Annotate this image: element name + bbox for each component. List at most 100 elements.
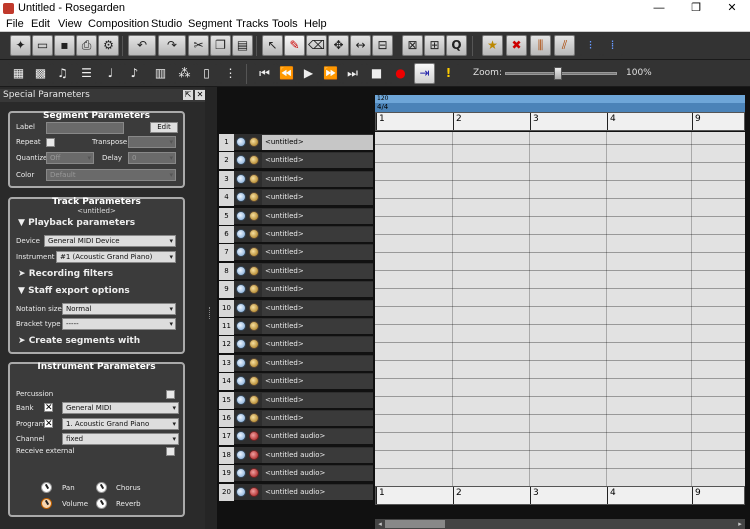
- mute-button-icon[interactable]: [236, 376, 246, 387]
- track-label[interactable]: <untitled audio>: [262, 429, 373, 445]
- draw-tool-icon[interactable]: ✎: [284, 35, 305, 56]
- insert-bar-icon[interactable]: ⫼: [530, 35, 551, 56]
- transpose-select[interactable]: ▾: [128, 136, 176, 148]
- device-select[interactable]: General MIDI Device ▾: [44, 235, 176, 247]
- track-label[interactable]: <untitled>: [262, 153, 373, 169]
- color-select[interactable]: Default ▾: [46, 169, 176, 181]
- tempo-icon[interactable]: ♪: [124, 63, 145, 84]
- copy-icon[interactable]: ❐: [210, 35, 231, 56]
- track-row[interactable]: 20 <untitled audio>: [219, 482, 373, 501]
- record-arm-button-icon[interactable]: [249, 431, 259, 442]
- record-arm-button-icon[interactable]: [249, 321, 259, 331]
- track-label[interactable]: <untitled>: [262, 263, 373, 279]
- event-list-icon[interactable]: ☰: [76, 63, 97, 84]
- join-segments-icon[interactable]: ⊞: [424, 35, 445, 56]
- menu-segment[interactable]: Segment: [188, 18, 232, 30]
- scrollbar-thumb[interactable]: [385, 520, 445, 528]
- record-arm-button-icon[interactable]: [249, 413, 259, 423]
- track-label[interactable]: <untitled>: [262, 392, 373, 408]
- pitch-tracker-icon[interactable]: ♩: [100, 63, 121, 84]
- edit-label-button[interactable]: Edit: [150, 122, 178, 133]
- track-label[interactable]: <untitled>: [262, 282, 373, 298]
- track-label[interactable]: <untitled>: [262, 300, 373, 316]
- panic-icon[interactable]: !: [438, 63, 459, 84]
- quantize-select[interactable]: Off ▾: [46, 152, 94, 164]
- track-row[interactable]: 4 <untitled>: [219, 188, 373, 207]
- pan-knob-icon[interactable]: [41, 482, 52, 493]
- zoom-slider-handle[interactable]: [554, 67, 562, 80]
- record-arm-button-icon[interactable]: [249, 192, 259, 203]
- mute-button-icon[interactable]: [236, 394, 246, 405]
- close-button[interactable]: ✕: [714, 0, 750, 17]
- track-label[interactable]: <untitled audio>: [262, 466, 373, 482]
- record-arm-button-icon[interactable]: [249, 284, 259, 295]
- track-row[interactable]: 6 <untitled>: [219, 225, 373, 243]
- scroll-left-icon[interactable]: ◂: [375, 519, 385, 529]
- mute-button-icon[interactable]: [236, 137, 246, 147]
- volume-knob-icon[interactable]: [41, 498, 52, 509]
- track-label[interactable]: <untitled>: [262, 190, 373, 206]
- track-row[interactable]: 10 <untitled>: [219, 298, 373, 317]
- maximize-button[interactable]: ❐: [678, 0, 714, 17]
- receive-external-checkbox[interactable]: [166, 447, 175, 456]
- split-tool-icon[interactable]: ⊟: [372, 35, 393, 56]
- track-row[interactable]: 2 <untitled>: [219, 151, 373, 170]
- mute-button-icon[interactable]: [236, 210, 246, 221]
- track-row[interactable]: 18 <untitled audio>: [219, 445, 373, 464]
- mute-button-icon[interactable]: [236, 265, 246, 276]
- expand-icon[interactable]: ⁝: [580, 35, 601, 56]
- mute-button-icon[interactable]: [236, 302, 246, 313]
- bar-ruler-top[interactable]: 1 2 3 4 9: [375, 112, 745, 131]
- undo-icon[interactable]: ↶: [128, 35, 156, 56]
- track-row[interactable]: 13 <untitled>: [219, 353, 373, 372]
- reverb-knob-icon[interactable]: [96, 498, 107, 509]
- record-arm-button-icon[interactable]: [249, 155, 259, 166]
- menu-tracks[interactable]: Tracks: [236, 18, 269, 30]
- track-label[interactable]: <untitled>: [262, 374, 373, 390]
- minimize-button[interactable]: —: [641, 0, 677, 17]
- program-select[interactable]: 1. Acoustic Grand Piano ▾: [62, 418, 179, 430]
- redo-icon[interactable]: ↷: [158, 35, 186, 56]
- mute-button-icon[interactable]: [236, 192, 246, 203]
- delete-icon[interactable]: ✖: [506, 35, 527, 56]
- record-arm-button-icon[interactable]: [249, 247, 259, 258]
- mute-button-icon[interactable]: [236, 321, 246, 331]
- mute-button-icon[interactable]: [236, 229, 246, 239]
- record-icon[interactable]: ●: [390, 63, 411, 84]
- new-icon[interactable]: ✦: [10, 35, 31, 56]
- track-label[interactable]: <untitled>: [262, 355, 373, 371]
- dock-close-button[interactable]: ✕: [195, 90, 205, 100]
- fast-forward-icon[interactable]: ⏩: [320, 63, 341, 84]
- notation-editor-icon[interactable]: ♫: [52, 63, 73, 84]
- cut-icon[interactable]: ✂: [188, 35, 209, 56]
- record-arm-button-icon[interactable]: [249, 173, 259, 184]
- add-marker-icon[interactable]: ★: [482, 35, 503, 56]
- percussion-checkbox[interactable]: [166, 390, 175, 399]
- chorus-knob-icon[interactable]: [96, 482, 107, 493]
- time-signature-ruler[interactable]: 4/4: [375, 103, 745, 112]
- ffwd-end-icon[interactable]: ⏭: [342, 63, 363, 84]
- mute-button-icon[interactable]: [236, 155, 246, 166]
- repeat-checkbox[interactable]: [46, 138, 55, 147]
- menu-composition[interactable]: Composition: [88, 18, 149, 30]
- notation-size-select[interactable]: Normal ▾: [62, 303, 176, 315]
- menu-tools[interactable]: Tools: [272, 18, 298, 30]
- mute-button-icon[interactable]: [236, 449, 246, 460]
- track-row[interactable]: 12 <untitled>: [219, 335, 373, 354]
- record-arm-button-icon[interactable]: [249, 449, 259, 460]
- mute-button-icon[interactable]: [236, 413, 246, 423]
- rewind-icon[interactable]: ⏪: [276, 63, 297, 84]
- record-arm-button-icon[interactable]: [249, 210, 259, 221]
- track-label[interactable]: <untitled>: [262, 411, 373, 426]
- mute-button-icon[interactable]: [236, 247, 246, 258]
- record-arm-button-icon[interactable]: [249, 265, 259, 276]
- triggered-segment-icon[interactable]: ▥: [150, 63, 171, 84]
- staff-export-toggle[interactable]: ▼ Staff export options: [18, 286, 130, 296]
- track-row[interactable]: 3 <untitled>: [219, 169, 373, 188]
- menu-help[interactable]: Help: [304, 18, 327, 30]
- track-label[interactable]: <untitled>: [262, 337, 373, 353]
- erase-tool-icon[interactable]: ⌫: [306, 35, 327, 56]
- scroll-right-icon[interactable]: ▸: [735, 519, 745, 529]
- matrix-editor-icon[interactable]: ▦: [8, 63, 29, 84]
- track-row[interactable]: 17 <untitled audio>: [219, 427, 373, 446]
